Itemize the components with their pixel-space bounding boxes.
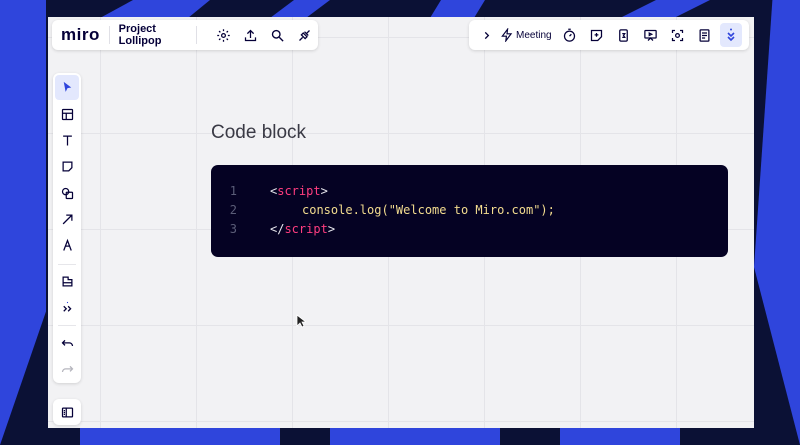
meeting-label: Meeting xyxy=(516,29,552,41)
line-number: 1 xyxy=(229,183,237,198)
code-block[interactable]: 1 < script > 2 console.log("Welcome to Mir… xyxy=(211,165,728,257)
left-toolbar xyxy=(53,73,81,383)
search-button[interactable] xyxy=(264,22,291,48)
pen-icon xyxy=(62,239,72,252)
meeting-button[interactable]: Meeting xyxy=(500,28,552,42)
presentation-button[interactable] xyxy=(637,22,664,48)
shapes-tool[interactable] xyxy=(55,181,79,206)
code-token-tag: script xyxy=(284,221,328,236)
divider xyxy=(108,26,110,44)
integrations-button[interactable] xyxy=(291,22,318,48)
chevron-right-icon xyxy=(484,31,490,39)
background-stripe xyxy=(0,0,46,445)
counter-icon xyxy=(618,28,628,42)
frame-tool[interactable] xyxy=(55,269,79,294)
code-block-title[interactable]: Code block xyxy=(211,122,306,144)
text-icon xyxy=(62,135,72,146)
presentation-icon xyxy=(643,29,657,41)
templates-icon xyxy=(61,108,73,120)
code-line: 1 < script > xyxy=(211,181,728,200)
code-token-statement: console.log("Welcome to Miro.com"); xyxy=(302,202,555,217)
timer-icon xyxy=(563,28,575,42)
lightning-icon xyxy=(501,28,513,42)
more-tools-button[interactable] xyxy=(55,295,79,320)
pen-tool[interactable] xyxy=(55,233,79,258)
sticky-note-button[interactable] xyxy=(583,22,610,48)
code-line: 3 </script > xyxy=(211,219,728,238)
text-tool[interactable] xyxy=(55,128,79,153)
notes-icon xyxy=(699,28,710,42)
line-number: 3 xyxy=(229,221,237,236)
undo-icon xyxy=(61,339,73,346)
code-token-tag: script xyxy=(277,183,321,198)
arrow-icon xyxy=(62,214,72,225)
background-stripe xyxy=(270,0,330,18)
plug-icon xyxy=(299,29,310,41)
templates-tool[interactable] xyxy=(55,101,79,126)
expand-icon xyxy=(727,28,735,42)
sticky-note-icon xyxy=(590,29,602,41)
shapes-icon xyxy=(61,187,73,199)
redo-icon xyxy=(61,365,73,372)
toolbar-divider xyxy=(58,263,76,265)
notes-button[interactable] xyxy=(691,22,718,48)
focus-icon xyxy=(671,29,683,41)
search-icon xyxy=(271,29,284,42)
export-button[interactable] xyxy=(237,22,264,48)
background-stripe xyxy=(754,0,800,445)
settings-button[interactable] xyxy=(210,22,237,48)
miro-board-window[interactable]: miro Project Lollipop Meeting Code block… xyxy=(48,17,754,428)
background-stripe xyxy=(620,0,710,18)
code-token-bracket: </ xyxy=(270,221,285,236)
focus-button[interactable] xyxy=(664,22,691,48)
collapse-toolbar-button[interactable] xyxy=(473,22,500,48)
frame-icon xyxy=(62,276,72,287)
select-tool[interactable] xyxy=(55,75,79,101)
background-stripe xyxy=(100,0,210,18)
sticky-note-icon xyxy=(62,161,72,172)
background-stripe xyxy=(80,428,280,445)
undo-button[interactable] xyxy=(55,330,79,355)
timer-button[interactable] xyxy=(556,22,583,48)
upload-icon xyxy=(244,29,257,41)
background-stripe xyxy=(560,428,680,445)
counter-button[interactable] xyxy=(610,22,637,48)
connection-line-tool[interactable] xyxy=(55,207,79,232)
miro-logo[interactable]: miro xyxy=(61,25,100,45)
background-stripe xyxy=(430,0,485,18)
cursor-icon xyxy=(63,82,71,93)
mouse-pointer-icon xyxy=(296,314,306,328)
gear-icon xyxy=(217,28,230,42)
sticky-note-tool[interactable] xyxy=(55,154,79,179)
toolbar-divider xyxy=(58,325,76,327)
background-stripe xyxy=(330,428,500,445)
code-token-bracket: > xyxy=(320,183,328,198)
divider xyxy=(196,26,198,44)
more-icon xyxy=(62,302,72,312)
line-number: 2 xyxy=(229,202,237,217)
code-token-bracket: > xyxy=(327,221,336,236)
panel-icon xyxy=(61,407,73,417)
code-line: 2 console.log("Welcome to Miro.com"); xyxy=(211,200,728,219)
expand-button[interactable] xyxy=(719,23,742,47)
collaboration-bar: Meeting xyxy=(469,20,749,50)
board-panel-button[interactable] xyxy=(53,399,81,425)
board-name[interactable]: Project Lollipop xyxy=(119,23,188,47)
redo-button[interactable] xyxy=(55,357,79,382)
board-header: miro Project Lollipop xyxy=(52,20,318,50)
code-token-bracket: < xyxy=(270,183,278,198)
